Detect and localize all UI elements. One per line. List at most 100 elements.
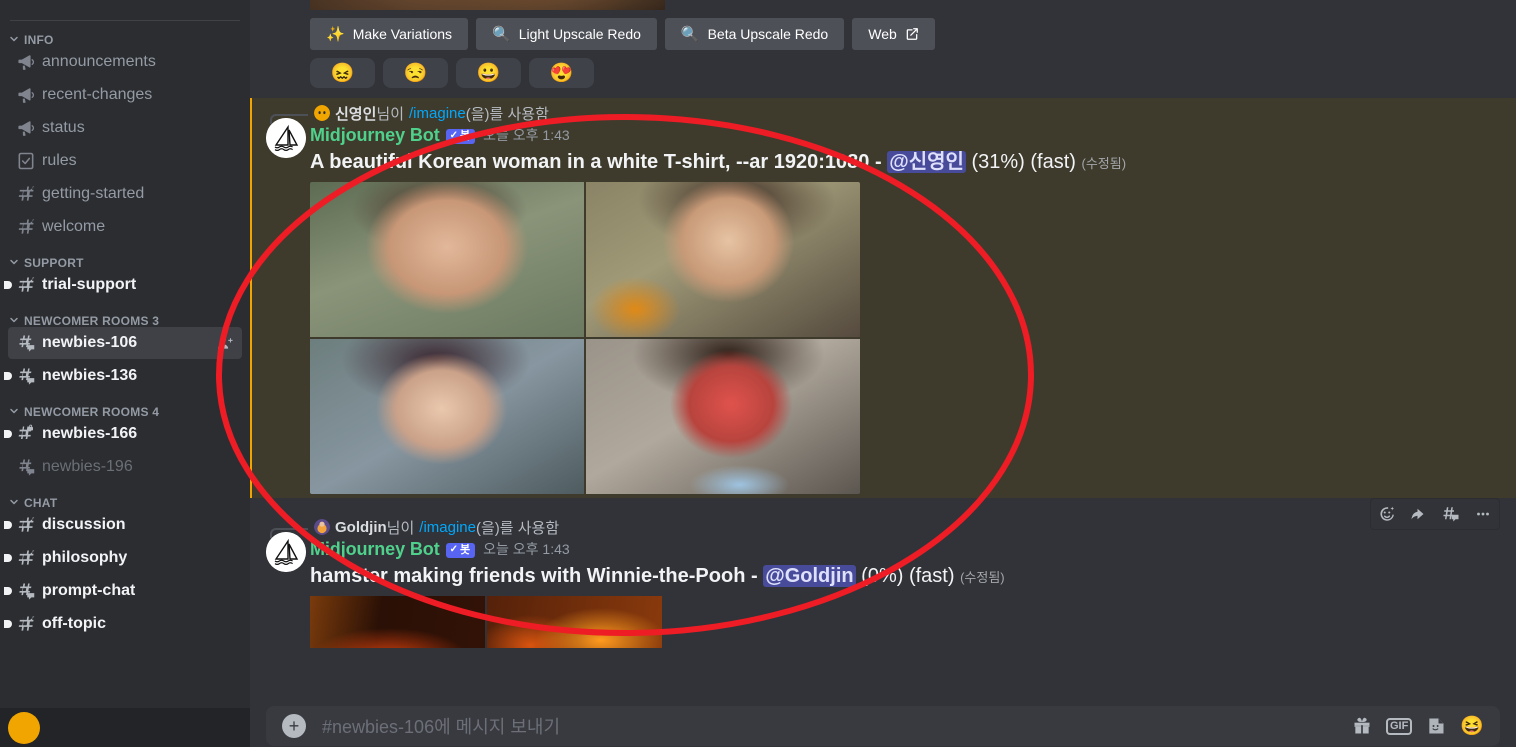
avatar[interactable] <box>266 118 306 158</box>
sidebar-item-announcements[interactable]: announcements <box>8 46 242 78</box>
sidebar-item-welcome[interactable]: welcome <box>8 211 242 243</box>
progress-percent: (0%) <box>861 565 903 587</box>
category-label: INFO <box>24 33 54 47</box>
slash-command-link[interactable]: /imagine <box>409 105 466 122</box>
channel-category-chat[interactable]: CHAT <box>0 484 250 508</box>
message-body: hamster making friends with Winnie-the-P… <box>310 560 1468 590</box>
generated-image-1[interactable] <box>310 596 485 648</box>
reply-reference[interactable]: Goldjin 님이 /imagine (을)를 사용함 <box>310 516 1468 538</box>
reply-author-avatar <box>314 105 330 121</box>
sidebar-item-status[interactable]: status <box>8 112 242 144</box>
channel-category-support[interactable]: SUPPORT <box>0 244 250 268</box>
announcement-icon <box>16 85 36 105</box>
message-item[interactable]: Goldjin 님이 /imagine (을)를 사용함 Midjourney … <box>250 512 1516 652</box>
message-header: Midjourney Bot ✓ 봇 오늘 오후 1:43 <box>310 538 1468 560</box>
message-list[interactable]: ✨ Make Variations 🔍 Light Upscale Redo 🔍… <box>250 0 1516 705</box>
bot-badge-label: 봇 <box>460 130 470 142</box>
gif-icon[interactable]: GIF <box>1386 718 1412 735</box>
sidebar-item-prompt-chat[interactable]: prompt-chat <box>8 575 242 607</box>
message-header: Midjourney Bot ✓ 봇 오늘 오후 1:43 <box>310 124 1468 146</box>
generated-image-3[interactable] <box>310 339 584 494</box>
message-author[interactable]: Midjourney Bot <box>310 124 440 146</box>
sticker-icon[interactable] <box>1426 716 1446 736</box>
generated-image-partial[interactable] <box>310 0 665 10</box>
member-add-icon[interactable] <box>216 334 234 352</box>
category-label: SUPPORT <box>24 256 84 270</box>
web-button[interactable]: Web <box>852 18 935 50</box>
midjourney-sailboat-icon <box>266 532 306 572</box>
user-panel[interactable] <box>0 708 250 747</box>
sidebar-top-spacer <box>0 0 250 10</box>
upload-attachment-button[interactable]: + <box>282 714 306 738</box>
sidebar-item-label: prompt-chat <box>42 582 135 600</box>
reply-tail: (을)를 사용함 <box>476 517 559 538</box>
reaction-confounded[interactable]: 😖 <box>310 58 375 88</box>
sidebar-item-label: philosophy <box>42 549 127 567</box>
separator-dash: - <box>875 151 882 173</box>
plus-icon: + <box>289 717 300 735</box>
slash-command-link[interactable]: /imagine <box>419 519 476 536</box>
channel-sidebar: INFOannouncements recent-changes statusrul… <box>0 0 250 747</box>
mode-label: (fast) <box>909 565 955 587</box>
gif-label: GIF <box>1386 718 1412 735</box>
sidebar-item-trial-support[interactable]: trial-support <box>8 269 242 301</box>
composer-input-wrapper[interactable]: + #newbies-106에 메시지 보내기 GIF <box>266 706 1500 746</box>
sidebar-item-newbies-196[interactable]: newbies-196 <box>8 451 242 483</box>
emoji-icon[interactable]: 😆 <box>1460 717 1484 736</box>
message-timestamp: 오늘 오후 1:43 <box>483 538 570 560</box>
generated-image-4[interactable] <box>586 339 860 494</box>
channel-list-scroller[interactable]: INFOannouncements recent-changes statusrul… <box>0 0 250 708</box>
sidebar-item-philosophy[interactable]: philosophy <box>8 542 242 574</box>
more-options-icon[interactable] <box>1467 499 1499 529</box>
sidebar-item-label: recent-changes <box>42 86 152 104</box>
message-item[interactable]: 신영인 님이 /imagine (을)를 사용함 Midjourney Bot … <box>250 98 1516 498</box>
sidebar-item-getting-started[interactable]: getting-started <box>8 178 242 210</box>
make-variations-button[interactable]: ✨ Make Variations <box>310 18 468 50</box>
bot-badge: ✓ 봇 <box>446 129 476 144</box>
smiling-face-with-hearts-emoji: 😍 <box>550 64 574 83</box>
sidebar-item-label: welcome <box>42 218 105 236</box>
hash-icon <box>16 217 36 237</box>
sidebar-item-discussion[interactable]: discussion <box>8 509 242 541</box>
generated-image-2[interactable] <box>586 182 860 337</box>
separator-dash: - <box>751 565 758 587</box>
sidebar-item-newbies-106[interactable]: newbies-106 <box>8 327 242 359</box>
sidebar-item-newbies-166[interactable]: newbies-166 <box>8 418 242 450</box>
sidebar-item-off-topic[interactable]: off-topic <box>8 608 242 640</box>
light-upscale-redo-button[interactable]: 🔍 Light Upscale Redo <box>476 18 657 50</box>
generated-image-grid[interactable] <box>310 182 860 494</box>
avatar[interactable] <box>266 532 306 572</box>
sidebar-item-recent-changes[interactable]: recent-changes <box>8 79 242 111</box>
composer-icons: GIF 😆 <box>1352 716 1484 736</box>
channel-category-info[interactable]: INFO <box>0 21 250 45</box>
reaction-grinning[interactable]: 😀 <box>456 58 521 88</box>
sidebar-item-newbies-136[interactable]: newbies-136 <box>8 360 242 392</box>
unread-indicator <box>4 281 12 289</box>
user-mention[interactable]: @신영인 <box>887 151 966 173</box>
gift-icon[interactable] <box>1352 716 1372 736</box>
generated-image-grid[interactable] <box>310 596 662 648</box>
beta-upscale-redo-label: Beta Upscale Redo <box>708 26 829 42</box>
user-mention[interactable]: @Goldjin <box>763 565 855 587</box>
unread-indicator <box>4 372 12 380</box>
announcement-icon <box>16 118 36 138</box>
reply-suffix: 님이 <box>376 103 404 124</box>
reply-spine <box>270 114 308 124</box>
message-input[interactable]: #newbies-106에 메시지 보내기 <box>322 713 1352 739</box>
reaction-hearts[interactable]: 😍 <box>529 58 594 88</box>
previous-message-image-clipped[interactable] <box>250 0 1516 10</box>
beta-upscale-redo-button[interactable]: 🔍 Beta Upscale Redo <box>665 18 844 50</box>
external-link-icon <box>905 27 919 41</box>
generated-image-1[interactable] <box>310 182 584 337</box>
category-label: NEWCOMER ROOMS 4 <box>24 405 159 419</box>
edited-label: (수정됨) <box>1082 156 1127 171</box>
unread-indicator <box>4 620 12 628</box>
sidebar-item-rules[interactable]: rules <box>8 145 242 177</box>
channel-category-newcomer-rooms-4[interactable]: NEWCOMER ROOMS 4 <box>0 393 250 417</box>
message-author[interactable]: Midjourney Bot <box>310 538 440 560</box>
avatar[interactable] <box>8 712 40 744</box>
reaction-unamused[interactable]: 😒 <box>383 58 448 88</box>
reply-reference[interactable]: 신영인 님이 /imagine (을)를 사용함 <box>310 102 1468 124</box>
channel-category-newcomer-rooms-3[interactable]: NEWCOMER ROOMS 3 <box>0 302 250 326</box>
generated-image-2[interactable] <box>487 596 662 648</box>
